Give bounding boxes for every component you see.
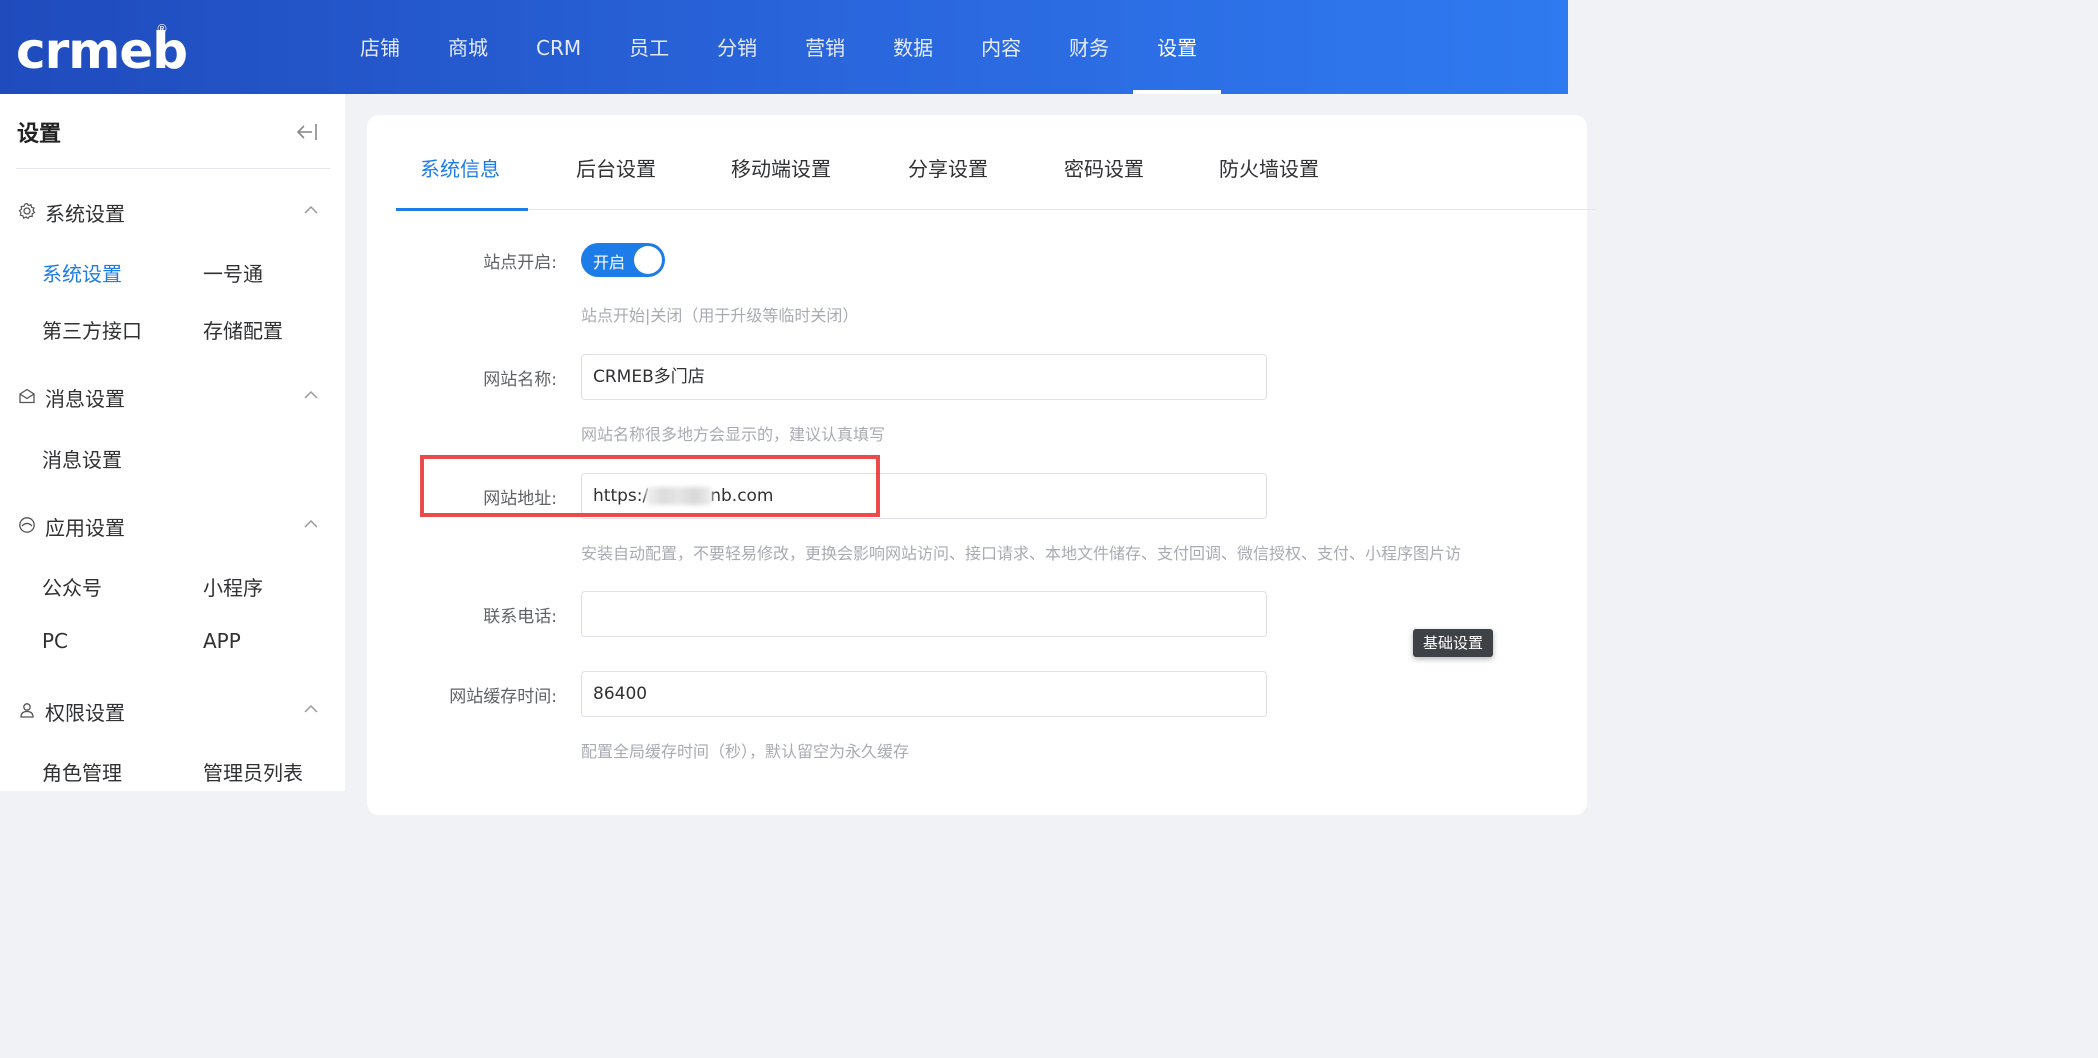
nav-content[interactable]: 内容 xyxy=(957,0,1045,94)
settings-tabs: 系统信息 后台设置 移动端设置 分享设置 密码设置 防火墙设置 xyxy=(396,115,1596,211)
tab-system-info[interactable]: 系统信息 xyxy=(420,153,500,182)
sidebar-item-role-management[interactable]: 角色管理 xyxy=(42,757,122,786)
site-url-hint: 安装自动配置，不要轻易修改，更换会影响网站访问、接口请求、本地文件储存、支付回调… xyxy=(581,544,1462,563)
nav-distribution[interactable]: 分销 xyxy=(693,0,781,94)
toggle-knob xyxy=(634,246,662,274)
phone-input[interactable] xyxy=(581,591,1267,637)
nav-data[interactable]: 数据 xyxy=(869,0,957,94)
active-tab-indicator xyxy=(396,208,528,211)
nav-store[interactable]: 店铺 xyxy=(336,0,424,94)
sidebar-group-system[interactable]: 系统设置 xyxy=(0,192,345,232)
site-name-hint: 网站名称很多地方会显示的，建议认真填写 xyxy=(581,425,886,444)
site-open-label: 站点开启: xyxy=(483,253,557,273)
settings-card: 系统信息 后台设置 移动端设置 分享设置 密码设置 防火墙设置 站点开启: 开启… xyxy=(367,115,1596,815)
sidebar-item-storage-config[interactable]: 存储配置 xyxy=(203,315,283,344)
crmeb-logo[interactable]: crmeb ® xyxy=(16,22,188,80)
site-name-input[interactable]: CRMEB多门店 xyxy=(581,354,1267,400)
tab-share-settings[interactable]: 分享设置 xyxy=(908,153,988,182)
sidebar-item-mini-program[interactable]: 小程序 xyxy=(203,572,263,601)
registered-mark: ® xyxy=(156,22,168,36)
chevron-up-icon xyxy=(304,205,318,214)
tab-backend-settings[interactable]: 后台设置 xyxy=(576,153,656,182)
tab-password-settings[interactable]: 密码设置 xyxy=(1064,153,1144,182)
nav-crm[interactable]: CRM xyxy=(512,0,605,94)
nav-settings[interactable]: 设置 xyxy=(1133,0,1222,94)
top-header: crmeb ® 店铺 商城 CRM 员工 分销 营销 数据 内容 财务 设置 xyxy=(0,0,1568,94)
sidebar-item-pc[interactable]: PC xyxy=(42,629,68,653)
chevron-up-icon xyxy=(304,704,318,713)
tab-firewall-settings[interactable]: 防火墙设置 xyxy=(1219,153,1319,182)
sidebar-group-label: 应用设置 xyxy=(45,516,125,540)
chevron-up-icon xyxy=(304,390,318,399)
sidebar-group-message[interactable]: 消息设置 xyxy=(0,377,345,417)
sidebar-item-yihaotong[interactable]: 一号通 xyxy=(203,258,263,287)
site-name-label: 网站名称: xyxy=(483,370,557,390)
collapse-sidebar-icon[interactable] xyxy=(294,122,320,142)
sidebar-item-third-party-api[interactable]: 第三方接口 xyxy=(42,315,142,344)
nav-staff[interactable]: 员工 xyxy=(605,0,693,94)
sidebar-group-permission[interactable]: 权限设置 xyxy=(0,691,345,731)
user-icon xyxy=(20,703,34,718)
sidebar-group-label: 消息设置 xyxy=(45,387,125,411)
cache-time-hint: 配置全局缓存时间（秒），默认留空为永久缓存 xyxy=(581,742,910,761)
envelope-icon xyxy=(19,388,35,404)
cache-time-label: 网站缓存时间: xyxy=(449,687,557,707)
toggle-label: 开启 xyxy=(593,253,626,272)
sidebar-item-official-account[interactable]: 公众号 xyxy=(42,572,102,601)
phone-label: 联系电话: xyxy=(483,607,557,627)
sidebar-item-system-settings[interactable]: 系统设置 xyxy=(42,258,122,287)
nav-marketing[interactable]: 营销 xyxy=(781,0,869,94)
tab-mobile-settings[interactable]: 移动端设置 xyxy=(731,153,831,182)
sidebar-group-label: 权限设置 xyxy=(45,701,125,725)
sidebar-item-app[interactable]: APP xyxy=(203,629,241,653)
highlight-box xyxy=(420,455,880,517)
chevron-up-icon xyxy=(304,519,318,528)
site-open-hint: 站点开始|关闭（用于升级等临时关闭） xyxy=(581,306,859,325)
sidebar-group-label: 系统设置 xyxy=(45,202,125,226)
site-open-toggle[interactable]: 开启 xyxy=(581,243,665,277)
sidebar: 设置 系统设置 系统设置 一号通 第三方接口 存储配置 消息设置 消息设置 应用… xyxy=(0,94,345,791)
sidebar-item-message-settings[interactable]: 消息设置 xyxy=(42,444,122,473)
tabs-divider xyxy=(396,209,1596,210)
gear-icon xyxy=(18,202,36,220)
cache-time-input[interactable]: 86400 xyxy=(581,671,1267,717)
app-icon xyxy=(19,517,35,533)
basic-settings-tooltip: 基础设置 xyxy=(1413,629,1494,657)
sidebar-item-admin-list[interactable]: 管理员列表 xyxy=(203,757,303,786)
nav-mall[interactable]: 商城 xyxy=(424,0,512,94)
sidebar-divider xyxy=(16,168,330,169)
top-nav: 店铺 商城 CRM 员工 分销 营销 数据 内容 财务 设置 xyxy=(336,0,1222,94)
sidebar-title: 设置 xyxy=(17,122,62,147)
nav-finance[interactable]: 财务 xyxy=(1045,0,1133,94)
sidebar-group-app[interactable]: 应用设置 xyxy=(0,506,345,546)
